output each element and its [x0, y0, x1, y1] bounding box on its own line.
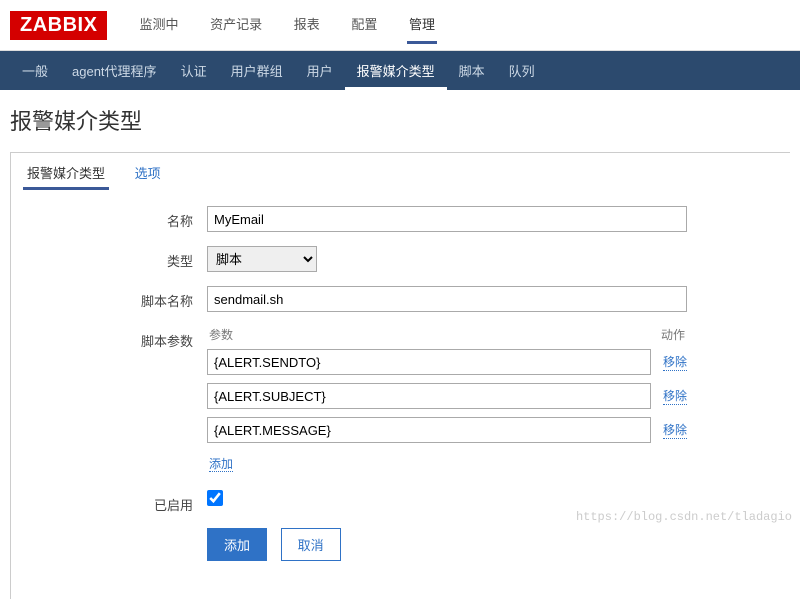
tab-options[interactable]: 选项	[131, 160, 165, 187]
subnav-media-types[interactable]: 报警媒介类型	[345, 51, 447, 90]
name-input[interactable]	[207, 206, 687, 232]
script-params-label: 脚本参数	[17, 326, 207, 350]
topnav-reports[interactable]: 报表	[292, 6, 322, 41]
tab-media-type[interactable]: 报警媒介类型	[23, 160, 109, 190]
subnav-auth[interactable]: 认证	[169, 51, 219, 90]
remove-param-2[interactable]: 移除	[663, 421, 687, 439]
subnav-users[interactable]: 用户	[295, 51, 345, 90]
subnav-proxies[interactable]: agent代理程序	[60, 51, 169, 90]
param-row: 移除	[207, 417, 687, 443]
inner-tabs: 报警媒介类型 选项	[17, 153, 772, 188]
sub-nav: 一般 agent代理程序 认证 用户群组 用户 报警媒介类型 脚本 队列	[0, 51, 800, 90]
topnav-administration[interactable]: 管理	[407, 6, 437, 44]
name-label: 名称	[17, 206, 207, 230]
type-select[interactable]: 脚本	[207, 246, 317, 272]
subnav-queue[interactable]: 队列	[497, 51, 547, 90]
add-param-button[interactable]: 添加	[209, 457, 233, 472]
content-panel: 报警媒介类型 选项 名称 类型 脚本 脚本名称 脚本参数	[10, 152, 790, 599]
app-logo: ZABBIX	[10, 11, 107, 40]
enabled-checkbox[interactable]	[207, 490, 223, 506]
script-params-field: 参数 动作 移除 移除 移除 添加	[207, 326, 687, 476]
subnav-user-groups[interactable]: 用户群组	[219, 51, 295, 90]
script-name-label: 脚本名称	[17, 286, 207, 310]
params-col-param: 参数	[209, 326, 233, 343]
params-col-action: 动作	[661, 326, 685, 343]
param-row: 移除	[207, 383, 687, 409]
param-input-2[interactable]	[207, 417, 651, 443]
param-row: 移除	[207, 349, 687, 375]
topnav-configuration[interactable]: 配置	[349, 6, 379, 41]
remove-param-0[interactable]: 移除	[663, 353, 687, 371]
param-input-0[interactable]	[207, 349, 651, 375]
media-type-form: 名称 类型 脚本 脚本名称 脚本参数 参数 动作	[17, 188, 772, 599]
type-label: 类型	[17, 246, 207, 270]
top-nav: 监测中 资产记录 报表 配置 管理	[125, 6, 449, 44]
topnav-monitoring[interactable]: 监测中	[137, 6, 180, 41]
topnav-inventory[interactable]: 资产记录	[208, 6, 264, 41]
top-bar: ZABBIX 监测中 资产记录 报表 配置 管理	[0, 0, 800, 51]
param-input-1[interactable]	[207, 383, 651, 409]
watermark: https://blog.csdn.net/tladagio	[576, 510, 792, 524]
enabled-label: 已启用	[17, 490, 207, 514]
page-title: 报警媒介类型	[0, 90, 800, 146]
script-name-input[interactable]	[207, 286, 687, 312]
subnav-scripts[interactable]: 脚本	[447, 51, 497, 90]
remove-param-1[interactable]: 移除	[663, 387, 687, 405]
subnav-general[interactable]: 一般	[10, 51, 60, 90]
